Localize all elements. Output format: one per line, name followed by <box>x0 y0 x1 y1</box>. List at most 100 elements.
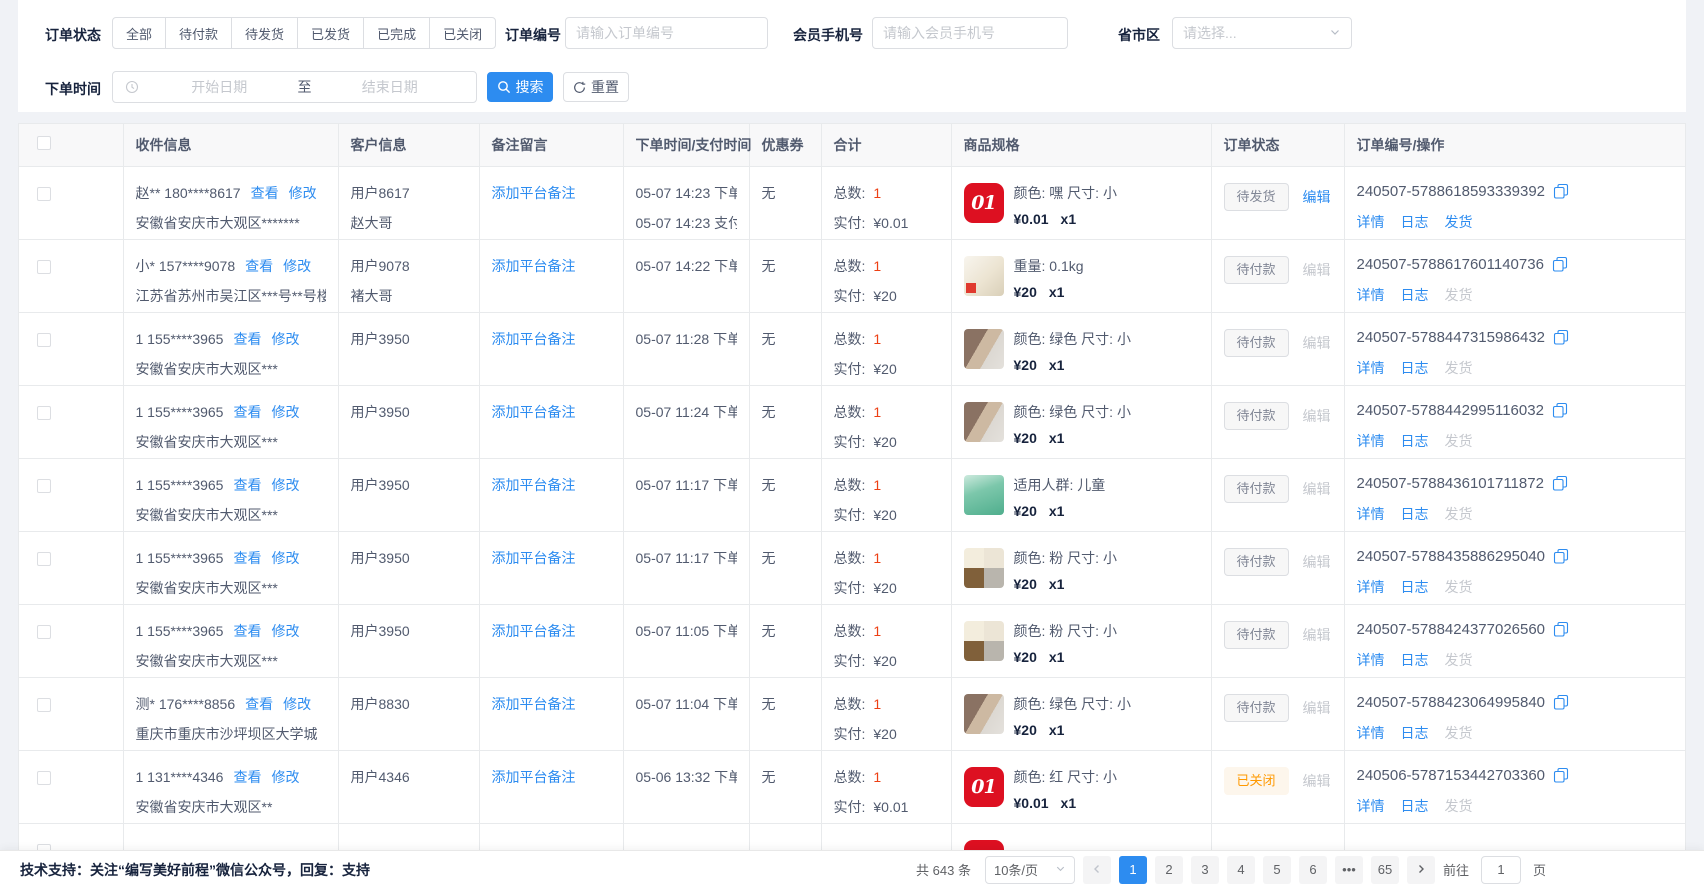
page-button-5[interactable]: 5 <box>1263 856 1291 884</box>
detail-link[interactable]: 详情 <box>1357 723 1385 743</box>
ship-link[interactable]: 发货 <box>1445 723 1473 743</box>
page-button-6[interactable]: 6 <box>1299 856 1327 884</box>
copy-icon[interactable] <box>1553 767 1569 783</box>
ship-link[interactable]: 发货 <box>1445 431 1473 451</box>
copy-icon[interactable] <box>1553 621 1569 637</box>
detail-link[interactable]: 详情 <box>1357 212 1385 232</box>
view-recipient-link[interactable]: 查看 <box>251 185 279 201</box>
log-link[interactable]: 日志 <box>1401 431 1429 451</box>
start-date-input[interactable] <box>145 79 294 95</box>
add-platform-note-link[interactable]: 添加平台备注 <box>492 623 576 639</box>
modify-recipient-link[interactable]: 修改 <box>289 185 317 201</box>
copy-icon[interactable] <box>1553 329 1569 345</box>
page-button-4[interactable]: 4 <box>1227 856 1255 884</box>
log-link[interactable]: 日志 <box>1401 504 1429 524</box>
row-checkbox[interactable] <box>37 333 51 347</box>
detail-link[interactable]: 详情 <box>1357 504 1385 524</box>
select-all-checkbox[interactable] <box>37 136 51 150</box>
modify-recipient-link[interactable]: 修改 <box>271 550 299 566</box>
ship-link[interactable]: 发货 <box>1445 796 1473 816</box>
next-page-button[interactable] <box>1407 856 1435 884</box>
view-recipient-link[interactable]: 查看 <box>233 623 261 639</box>
view-recipient-link[interactable]: 查看 <box>233 331 261 347</box>
log-link[interactable]: 日志 <box>1401 358 1429 378</box>
goto-page-input[interactable] <box>1481 856 1521 884</box>
detail-link[interactable]: 详情 <box>1357 285 1385 305</box>
log-link[interactable]: 日志 <box>1401 577 1429 597</box>
order-time-range[interactable]: 至 <box>112 71 477 103</box>
copy-icon[interactable] <box>1553 548 1569 564</box>
modify-recipient-link[interactable]: 修改 <box>271 477 299 493</box>
row-checkbox[interactable] <box>37 406 51 420</box>
status-filter-completed[interactable]: 已完成 <box>363 17 430 49</box>
page-size-select[interactable]: 10条/页 <box>985 856 1075 884</box>
copy-icon[interactable] <box>1553 183 1569 199</box>
add-platform-note-link[interactable]: 添加平台备注 <box>492 185 576 201</box>
view-recipient-link[interactable]: 查看 <box>245 696 273 712</box>
view-recipient-link[interactable]: 查看 <box>233 550 261 566</box>
ship-link[interactable]: 发货 <box>1445 504 1473 524</box>
status-filter-unshipped[interactable]: 待发货 <box>231 17 298 49</box>
ship-link[interactable]: 发货 <box>1445 577 1473 597</box>
log-link[interactable]: 日志 <box>1401 796 1429 816</box>
view-recipient-link[interactable]: 查看 <box>233 477 261 493</box>
modify-recipient-link[interactable]: 修改 <box>283 696 311 712</box>
page-button-1[interactable]: 1 <box>1119 856 1147 884</box>
row-checkbox[interactable] <box>37 698 51 712</box>
modify-recipient-link[interactable]: 修改 <box>271 404 299 420</box>
status-filter-shipped[interactable]: 已发货 <box>297 17 364 49</box>
modify-recipient-link[interactable]: 修改 <box>283 258 311 274</box>
detail-link[interactable]: 详情 <box>1357 650 1385 670</box>
order-number-input[interactable] <box>565 17 768 49</box>
end-date-input[interactable] <box>316 79 465 95</box>
status-filter-all[interactable]: 全部 <box>112 17 166 49</box>
edit-link[interactable]: 编辑 <box>1303 554 1331 570</box>
page-button-2[interactable]: 2 <box>1155 856 1183 884</box>
log-link[interactable]: 日志 <box>1401 212 1429 232</box>
edit-link[interactable]: 编辑 <box>1303 773 1331 789</box>
view-recipient-link[interactable]: 查看 <box>233 404 261 420</box>
row-checkbox[interactable] <box>37 625 51 639</box>
copy-icon[interactable] <box>1552 402 1568 418</box>
log-link[interactable]: 日志 <box>1401 723 1429 743</box>
edit-link[interactable]: 编辑 <box>1303 481 1331 497</box>
add-platform-note-link[interactable]: 添加平台备注 <box>492 696 576 712</box>
page-button-65[interactable]: 65 <box>1371 856 1399 884</box>
modify-recipient-link[interactable]: 修改 <box>271 623 299 639</box>
copy-icon[interactable] <box>1553 694 1569 710</box>
add-platform-note-link[interactable]: 添加平台备注 <box>492 477 576 493</box>
add-platform-note-link[interactable]: 添加平台备注 <box>492 331 576 347</box>
row-checkbox[interactable] <box>37 260 51 274</box>
edit-link[interactable]: 编辑 <box>1303 700 1331 716</box>
status-filter-closed[interactable]: 已关闭 <box>429 17 496 49</box>
modify-recipient-link[interactable]: 修改 <box>271 331 299 347</box>
view-recipient-link[interactable]: 查看 <box>233 769 261 785</box>
modify-recipient-link[interactable]: 修改 <box>271 769 299 785</box>
edit-link[interactable]: 编辑 <box>1303 262 1331 278</box>
pagination-ellipsis[interactable]: ••• <box>1335 856 1363 884</box>
view-recipient-link[interactable]: 查看 <box>245 258 273 274</box>
row-checkbox[interactable] <box>37 771 51 785</box>
edit-link[interactable]: 编辑 <box>1303 335 1331 351</box>
ship-link[interactable]: 发货 <box>1445 358 1473 378</box>
row-checkbox[interactable] <box>37 187 51 201</box>
edit-link[interactable]: 编辑 <box>1303 189 1331 205</box>
add-platform-note-link[interactable]: 添加平台备注 <box>492 404 576 420</box>
add-platform-note-link[interactable]: 添加平台备注 <box>492 258 576 274</box>
edit-link[interactable]: 编辑 <box>1303 627 1331 643</box>
reset-button[interactable]: 重置 <box>563 72 629 102</box>
log-link[interactable]: 日志 <box>1401 285 1429 305</box>
status-filter-unpaid[interactable]: 待付款 <box>165 17 232 49</box>
detail-link[interactable]: 详情 <box>1357 431 1385 451</box>
detail-link[interactable]: 详情 <box>1357 796 1385 816</box>
add-platform-note-link[interactable]: 添加平台备注 <box>492 769 576 785</box>
ship-link[interactable]: 发货 <box>1445 650 1473 670</box>
member-phone-input[interactable] <box>872 17 1068 49</box>
detail-link[interactable]: 详情 <box>1357 358 1385 378</box>
detail-link[interactable]: 详情 <box>1357 577 1385 597</box>
copy-icon[interactable] <box>1552 256 1568 272</box>
copy-icon[interactable] <box>1552 475 1568 491</box>
row-checkbox[interactable] <box>37 552 51 566</box>
ship-link[interactable]: 发货 <box>1445 212 1473 232</box>
page-button-3[interactable]: 3 <box>1191 856 1219 884</box>
